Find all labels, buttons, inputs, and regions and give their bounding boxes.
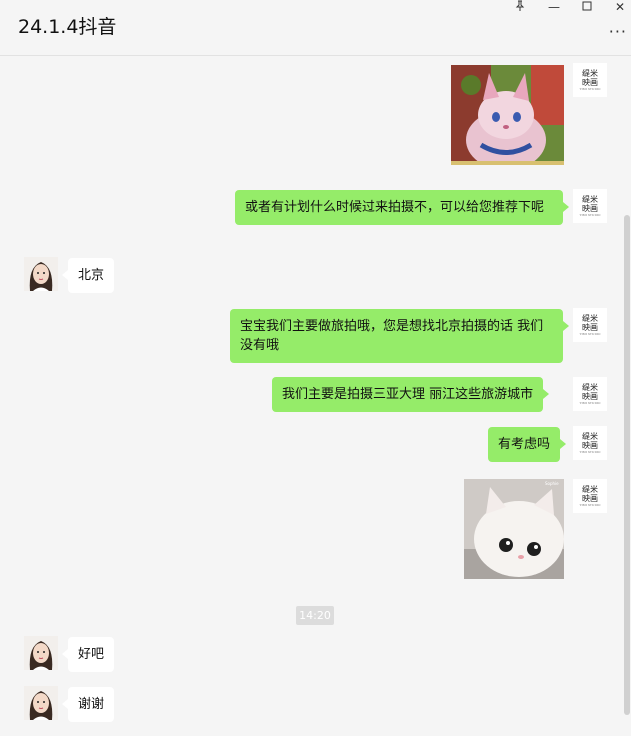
timestamp: 14:20 — [296, 606, 334, 625]
avatar-text-line2: 映画 — [582, 204, 598, 213]
image-message-kitten[interactable]: Sophie — [464, 479, 564, 579]
my-avatar[interactable]: 缇米 映画 TIMI STUDIO — [573, 308, 607, 342]
avatar-text-line2: 映画 — [582, 494, 598, 503]
avatar-text-line1: 缇米 — [582, 195, 598, 204]
minimize-button[interactable]: — — [540, 0, 568, 14]
pink-fox-plush-image — [451, 65, 564, 165]
woman-portrait-icon — [24, 686, 58, 720]
my-avatar[interactable]: 缇米 映画 TIMI STUDIO — [573, 63, 607, 97]
woman-portrait-icon — [24, 257, 58, 291]
avatar-text-line1: 缇米 — [582, 69, 598, 78]
avatar-text-line1: 缇米 — [582, 314, 598, 323]
message-bubble-sent[interactable]: 或者有计划什么时候过来拍摄不，可以给您推荐下呢 — [235, 190, 569, 225]
message-bubble-sent[interactable]: 宝宝我们主要做旅拍哦，您是想找北京拍摄的话 我们没有哦 — [230, 309, 569, 363]
chat-area: 缇米 映画 TIMI STUDIO 或者有计划什么时候过来拍摄不，可以给您推荐下… — [0, 56, 631, 736]
white-kitten-image: Sophie — [464, 479, 564, 579]
avatar-text-line2: 映画 — [582, 441, 598, 450]
message-bubble-sent[interactable]: 有考虑吗 — [488, 427, 567, 462]
avatar-text-line1: 缇米 — [582, 432, 598, 441]
avatar-text-small: TIMI STUDIO — [579, 213, 601, 217]
woman-portrait-icon — [24, 636, 58, 670]
message-bubble-sent[interactable]: 我们主要是拍摄三亚大理 丽江这些旅游城市 — [272, 377, 550, 412]
contact-avatar[interactable] — [24, 636, 58, 670]
avatar-text-small: TIMI STUDIO — [579, 450, 601, 454]
avatar-text-line1: 缇米 — [582, 485, 598, 494]
avatar-text-line2: 映画 — [582, 392, 598, 401]
my-avatar[interactable]: 缇米 映画 TIMI STUDIO — [573, 479, 607, 513]
avatar-text-line2: 映画 — [582, 78, 598, 87]
avatar-text-line2: 映画 — [582, 323, 598, 332]
message-bubble-received[interactable]: 北京 — [61, 258, 115, 293]
image-message-fox[interactable] — [451, 65, 564, 165]
title-bar: 24.1.4抖音 — ✕ ··· — [0, 0, 631, 56]
avatar-text-line1: 缇米 — [582, 383, 598, 392]
more-options-icon[interactable]: ··· — [609, 22, 627, 41]
avatar-text-small: TIMI STUDIO — [579, 332, 601, 336]
chat-title: 24.1.4抖音 — [18, 16, 117, 38]
avatar-text-small: TIMI STUDIO — [579, 503, 601, 507]
contact-avatar[interactable] — [24, 257, 58, 291]
close-button[interactable]: ✕ — [606, 0, 631, 14]
contact-avatar[interactable] — [24, 686, 58, 720]
avatar-text-small: TIMI STUDIO — [579, 401, 601, 405]
message-bubble-received[interactable]: 谢谢 — [61, 687, 115, 722]
maximize-button[interactable] — [573, 0, 601, 14]
message-bubble-received[interactable]: 好吧 — [61, 637, 115, 672]
pin-icon[interactable] — [506, 0, 534, 14]
avatar-text-small: TIMI STUDIO — [579, 87, 601, 91]
my-avatar[interactable]: 缇米 映画 TIMI STUDIO — [573, 377, 607, 411]
my-avatar[interactable]: 缇米 映画 TIMI STUDIO — [573, 189, 607, 223]
image-watermark: Sophie — [545, 481, 559, 486]
my-avatar[interactable]: 缇米 映画 TIMI STUDIO — [573, 426, 607, 460]
